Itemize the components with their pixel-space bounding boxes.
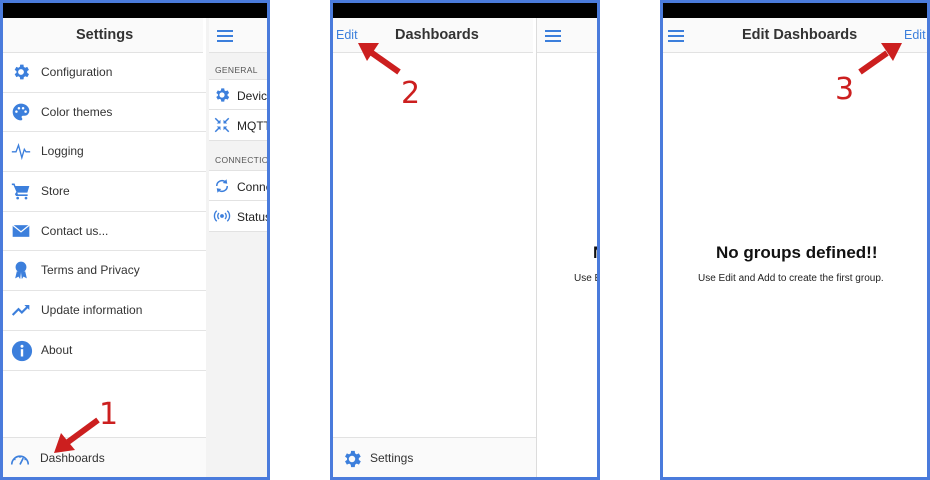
sub-item-label: Device bbox=[237, 89, 268, 103]
menu-item-label: Store bbox=[41, 184, 70, 199]
section-header-general: GENERAL bbox=[215, 65, 258, 75]
settings-nav-bar: Settings bbox=[3, 18, 203, 53]
menu-item-configuration[interactable]: Configuration bbox=[3, 53, 206, 93]
broadcast-icon bbox=[213, 210, 231, 222]
pulse-icon bbox=[11, 143, 31, 161]
dashboards-title: Dashboards bbox=[395, 27, 479, 43]
detail-nav-bar bbox=[537, 18, 597, 53]
menu-item-label: Configuration bbox=[41, 65, 113, 79]
step-2-arrow-icon bbox=[358, 43, 401, 75]
edit-button[interactable]: Edit bbox=[904, 28, 926, 42]
menu-item-label: Terms and Privacy bbox=[41, 263, 140, 278]
sub-item-status[interactable]: Status bbox=[209, 201, 267, 232]
hamburger-menu-icon[interactable] bbox=[668, 30, 684, 42]
sub-item-label: Status bbox=[237, 210, 270, 224]
compress-arrows-icon bbox=[214, 117, 230, 133]
sync-icon bbox=[215, 179, 229, 193]
menu-item-label: Logging bbox=[41, 144, 84, 159]
mail-icon bbox=[12, 224, 30, 237]
step-number-2: 2 bbox=[401, 76, 421, 111]
menu-item-contact[interactable]: Contact us... bbox=[3, 212, 206, 252]
menu-item-label: Contact us... bbox=[41, 223, 109, 238]
sub-item-device[interactable]: Device bbox=[209, 79, 267, 110]
empty-state-subtitle: Use Edit and Add to create the first gro… bbox=[698, 273, 884, 284]
info-icon bbox=[11, 340, 33, 361]
sub-item-label: Conne bbox=[237, 180, 270, 194]
menu-item-terms[interactable]: Terms and Privacy bbox=[3, 251, 206, 292]
sub-item-label: MQTT bbox=[237, 119, 270, 133]
menu-item-logging[interactable]: Logging bbox=[3, 132, 206, 173]
menu-item-label: About bbox=[41, 342, 73, 357]
menu-item-store[interactable]: Store bbox=[3, 172, 206, 212]
gear-icon bbox=[341, 448, 363, 470]
step-1-arrow-icon bbox=[54, 417, 100, 453]
pane-divider bbox=[536, 18, 537, 477]
hamburger-menu-icon[interactable] bbox=[217, 30, 233, 42]
sub-item-mqtt[interactable]: MQTT bbox=[209, 110, 267, 141]
settings-title: Settings bbox=[76, 27, 134, 43]
edit-dashboards-title: Edit Dashboards bbox=[742, 27, 858, 43]
ribbon-icon bbox=[15, 262, 27, 280]
menu-item-label: Update information bbox=[41, 303, 143, 318]
settings-screen: Settings Configuration Color themes Logg… bbox=[0, 0, 270, 480]
menu-item-about[interactable]: About bbox=[3, 331, 206, 371]
cart-icon bbox=[11, 183, 30, 200]
step-3-arrow-icon bbox=[858, 43, 902, 75]
section-header-connection: CONNECTIO bbox=[215, 155, 269, 165]
settings-tab-label: Settings bbox=[370, 451, 414, 465]
empty-state-subtitle-partial: Use E bbox=[574, 273, 600, 284]
trending-up-icon bbox=[11, 305, 30, 316]
detail-nav-bar bbox=[209, 18, 267, 53]
speedometer-icon bbox=[10, 455, 30, 465]
settings-tab[interactable]: Settings bbox=[333, 437, 536, 477]
menu-item-update-information[interactable]: Update information bbox=[3, 291, 206, 331]
gear-icon bbox=[213, 86, 231, 104]
menu-item-color-themes[interactable]: Color themes bbox=[3, 93, 206, 133]
sub-item-connection[interactable]: Conne bbox=[209, 170, 267, 201]
empty-state-title: No groups defined!! bbox=[716, 243, 878, 262]
empty-state-title-partial: N bbox=[593, 243, 597, 263]
hamburger-menu-icon[interactable] bbox=[545, 30, 561, 42]
gear-icon bbox=[11, 62, 31, 82]
step-number-3: 3 bbox=[835, 72, 855, 107]
palette-icon bbox=[12, 103, 30, 121]
settings-menu: Configuration Color themes Logging Store bbox=[3, 53, 206, 371]
menu-item-label: Color themes bbox=[41, 104, 113, 119]
